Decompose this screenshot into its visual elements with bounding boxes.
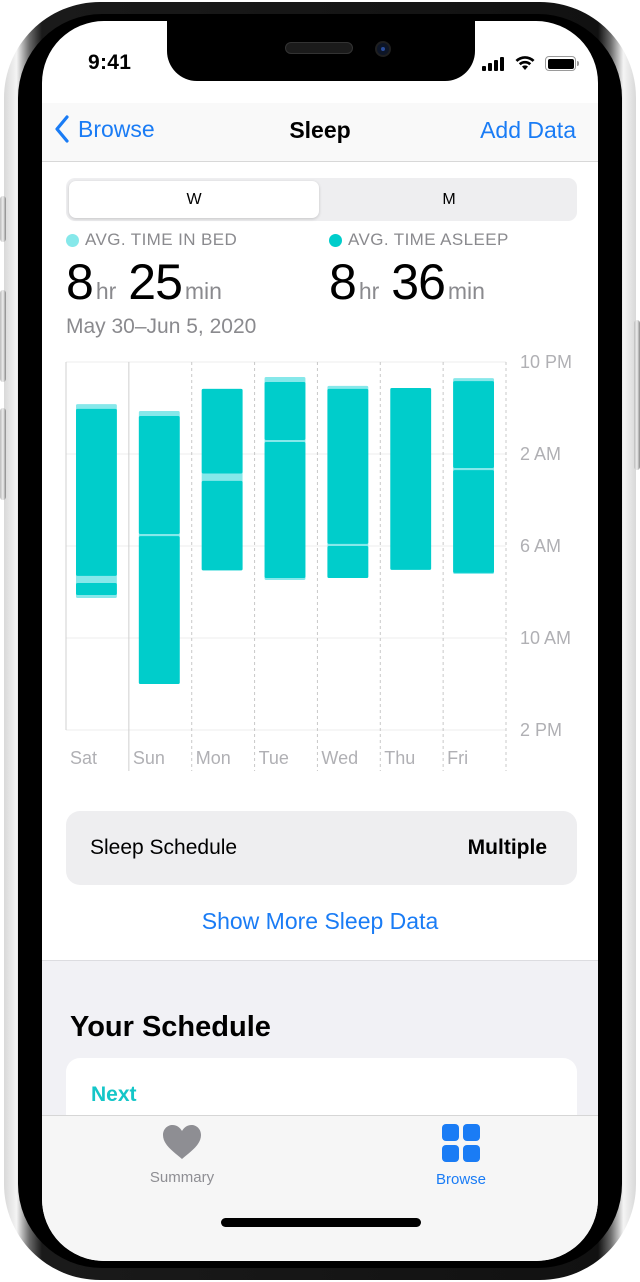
volume-up-button bbox=[0, 290, 6, 382]
asleep-bar-thu bbox=[390, 387, 432, 570]
front-camera-icon bbox=[375, 41, 391, 57]
asleep-bar-mon bbox=[201, 388, 243, 474]
sleep-schedule-value: Multiple bbox=[467, 836, 547, 859]
asleep-bar-sat bbox=[76, 583, 117, 595]
side-button bbox=[634, 320, 640, 470]
screen: 9:41 Browse Sleep Add Data W M AVG. TIME… bbox=[42, 21, 598, 1261]
section-title: Your Schedule bbox=[70, 1011, 271, 1043]
sleep-chart-svg: 10 PM 2 AM 6 AM 10 AM 2 PM Sat Sun Mon Tue Wed Thu… bbox=[65, 352, 572, 771]
x-tick-label-sun: Sun bbox=[133, 748, 165, 768]
browse-grid-icon bbox=[442, 1124, 480, 1162]
asleep-bar-sat bbox=[76, 408, 117, 576]
asleep-bar-tue bbox=[264, 442, 306, 578]
sleep-schedule-label: Sleep Schedule bbox=[90, 836, 238, 859]
next-label: Next bbox=[91, 1083, 137, 1106]
speaker-grille bbox=[285, 42, 353, 54]
asleep-bar-sun bbox=[138, 416, 180, 535]
tab-browse[interactable]: Browse bbox=[401, 1124, 521, 1188]
x-tick-label-mon: Mon bbox=[196, 748, 231, 768]
y-tick-label: 10 PM bbox=[520, 352, 572, 372]
asleep-bar-sun bbox=[138, 536, 180, 684]
x-tick-label-wed: Wed bbox=[321, 748, 358, 768]
volume-down-button bbox=[0, 408, 6, 500]
asleep-bar-tue bbox=[264, 382, 306, 440]
sleep-schedule-row[interactable]: Sleep Schedule Multiple bbox=[66, 811, 577, 885]
tab-bar: Summary Browse bbox=[42, 1115, 598, 1261]
asleep-bar-fri bbox=[453, 470, 494, 573]
asleep-bar-mon bbox=[201, 480, 243, 571]
x-tick-label-tue: Tue bbox=[259, 748, 289, 768]
asleep-bar-wed bbox=[327, 546, 369, 578]
x-tick-label-thu: Thu bbox=[384, 748, 415, 768]
tab-summary-label: Summary bbox=[149, 1169, 215, 1186]
y-tick-label: 6 AM bbox=[520, 536, 561, 556]
asleep-bar-fri bbox=[453, 381, 494, 469]
asleep-bar-wed bbox=[327, 388, 369, 544]
notch bbox=[167, 21, 475, 81]
mute-switch bbox=[0, 196, 6, 242]
y-tick-label: 2 PM bbox=[520, 720, 562, 740]
y-tick-label: 2 AM bbox=[520, 444, 561, 464]
heart-icon bbox=[163, 1125, 201, 1159]
x-tick-label-fri: Fri bbox=[447, 748, 468, 768]
tab-browse-label: Browse bbox=[435, 1171, 487, 1188]
y-tick-label: 10 AM bbox=[520, 628, 571, 648]
x-tick-label-sat: Sat bbox=[70, 748, 97, 768]
tab-summary[interactable]: Summary bbox=[122, 1124, 242, 1186]
home-indicator[interactable] bbox=[221, 1218, 421, 1227]
show-more-sleep-data-link[interactable]: Show More Sleep Data bbox=[42, 908, 598, 935]
sleep-chart[interactable]: 10 PM 2 AM 6 AM 10 AM 2 PM Sat Sun Mon Tue Wed Thu… bbox=[42, 21, 598, 801]
